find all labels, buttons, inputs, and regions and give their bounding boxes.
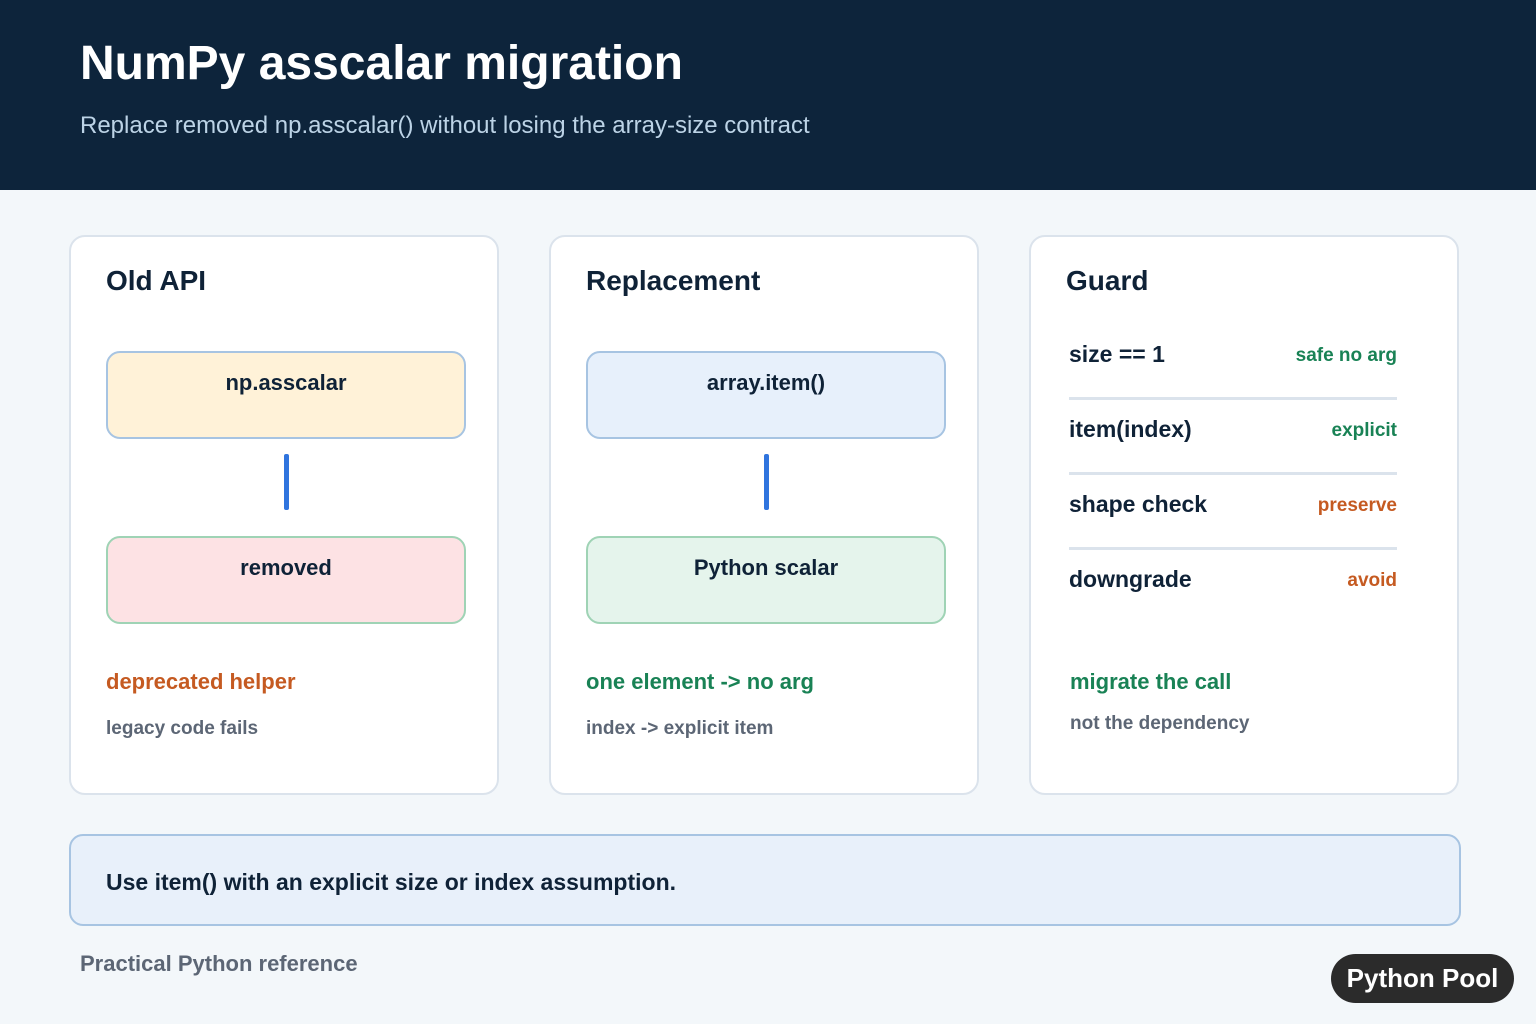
replacement-note: one element -> no arg	[586, 669, 814, 694]
guard-card-title: Guard	[1066, 265, 1149, 296]
python-scalar-box: Python scalar	[586, 536, 946, 624]
old-api-card-title: Old API	[106, 265, 207, 296]
guard-card: Guard size == 1 safe no arg item(index) …	[1029, 235, 1459, 795]
header-banner: NumPy asscalar migration Replace removed…	[0, 0, 1536, 190]
brand-badge: Python Pool	[1331, 954, 1514, 1003]
removed-box: removed	[106, 536, 466, 624]
old-api-card: Old API np.asscalar removed deprecated h…	[69, 235, 499, 795]
page-subtitle: Replace removed np.asscalar() without lo…	[80, 112, 810, 139]
replacement-card: Replacement array.item() Python scalar o…	[549, 235, 979, 795]
guard-row-label: item(index)	[1069, 416, 1192, 442]
guard-subnote: not the dependency	[1070, 713, 1250, 734]
guard-row: downgrade avoid	[1069, 550, 1397, 625]
guard-row-label: downgrade	[1069, 566, 1192, 592]
summary-callout-text: Use item() with an explicit size or inde…	[106, 869, 677, 895]
guard-row-status: safe no arg	[1295, 345, 1397, 366]
guard-row-status: avoid	[1347, 570, 1397, 591]
guard-row: size == 1 safe no arg	[1069, 325, 1397, 400]
summary-callout: Use item() with an explicit size or inde…	[69, 834, 1461, 926]
replacement-connector	[764, 454, 769, 510]
guard-row-status: preserve	[1317, 495, 1397, 516]
asscalar-box: np.asscalar	[106, 351, 466, 439]
item-method-box: array.item()	[586, 351, 946, 439]
old-api-connector	[284, 454, 289, 510]
replacement-card-title: Replacement	[586, 265, 761, 296]
guard-row: shape check preserve	[1069, 475, 1397, 550]
guard-row: item(index) explicit	[1069, 400, 1397, 475]
footer-caption: Practical Python reference	[80, 951, 358, 976]
guard-row-label: shape check	[1069, 491, 1208, 517]
guard-row-label: size == 1	[1069, 341, 1165, 367]
page-title: NumPy asscalar migration	[80, 37, 683, 90]
guard-row-status: explicit	[1331, 420, 1397, 441]
old-api-note: deprecated helper	[106, 669, 296, 694]
old-api-subnote: legacy code fails	[106, 718, 259, 739]
replacement-subnote: index -> explicit item	[586, 718, 774, 739]
guard-note: migrate the call	[1070, 669, 1232, 694]
